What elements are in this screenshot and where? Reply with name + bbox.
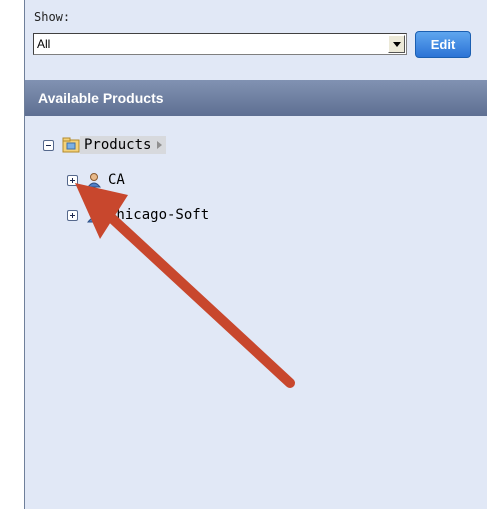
tree-node-chicago-soft[interactable]: Chicago-Soft <box>67 204 209 226</box>
tree-node-root[interactable]: Products <box>43 134 167 156</box>
products-panel: Show: All Edit Available Products Produc… <box>24 0 487 509</box>
show-select[interactable]: All <box>33 33 407 55</box>
expand-icon[interactable] <box>67 209 78 221</box>
dropdown-arrow-icon[interactable] <box>388 35 405 53</box>
expand-arrow-icon[interactable] <box>157 141 163 149</box>
edit-button[interactable]: Edit <box>415 31 471 58</box>
collapse-icon[interactable] <box>43 139 54 151</box>
available-products-header: Available Products <box>25 80 487 116</box>
user-icon <box>86 208 102 223</box>
tree-node-label: CA <box>108 172 125 188</box>
tree-node-ca[interactable]: CA <box>67 169 125 191</box>
tree-node-label: Chicago-Soft <box>108 207 210 223</box>
show-select-value: All <box>37 37 51 51</box>
expand-icon[interactable] <box>67 174 78 186</box>
products-folder-icon <box>62 137 80 153</box>
tree-root-label-box[interactable]: Products <box>80 136 167 154</box>
tree-root-label: Products <box>84 137 152 153</box>
show-label: Show: <box>34 10 71 24</box>
user-icon <box>86 173 102 188</box>
